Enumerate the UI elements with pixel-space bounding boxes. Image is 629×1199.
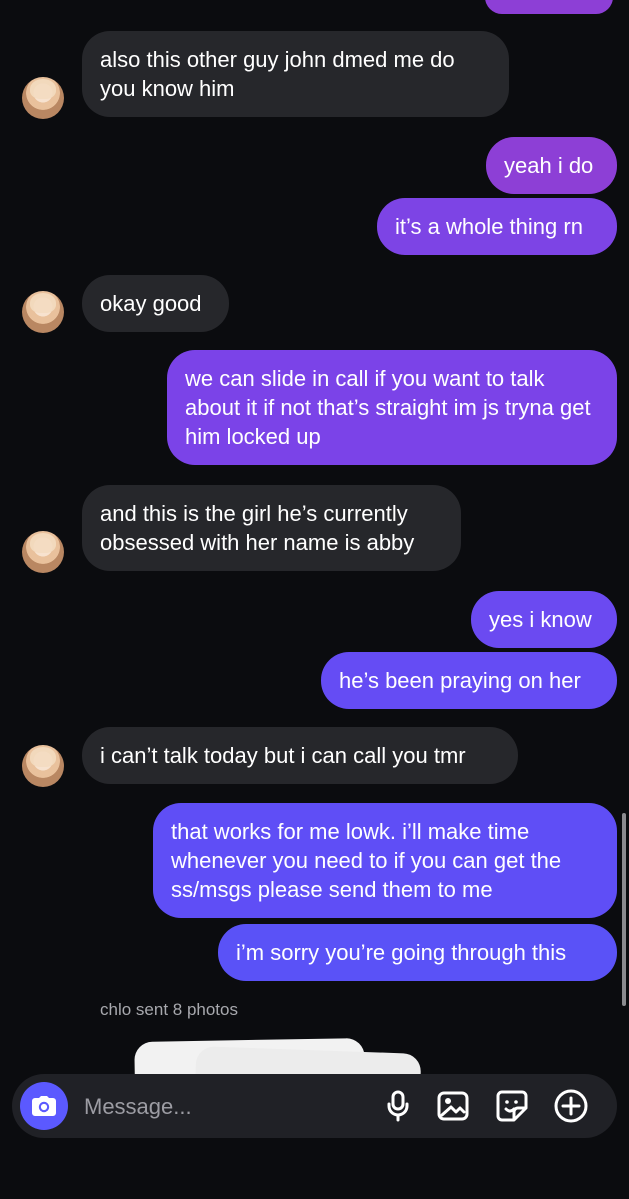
incoming-message-1: also this other guy john dmed me do you … [82, 31, 509, 117]
message-text: it’s a whole thing rn [395, 214, 583, 239]
outgoing-message-3: we can slide in call if you want to talk… [167, 350, 617, 465]
plus-circle-icon [554, 1089, 588, 1123]
message-text: he’s been praying on her [339, 668, 581, 693]
avatar[interactable] [22, 77, 64, 119]
gallery-icon [437, 1091, 469, 1121]
gallery-button[interactable] [433, 1086, 473, 1126]
message-text: okay good [100, 291, 202, 316]
message-text: i’m sorry you’re going through this [236, 940, 567, 965]
avatar[interactable] [22, 291, 64, 333]
scrollbar[interactable] [622, 813, 626, 1006]
avatar[interactable] [22, 745, 64, 787]
message-text: also this other guy john dmed me do you … [100, 47, 455, 101]
microphone-button[interactable] [378, 1086, 418, 1126]
incoming-message-4: i can’t talk today but i can call you tm… [82, 727, 518, 784]
message-text: that works for me lowk. i’ll make time w… [171, 819, 562, 902]
outgoing-message-7: i’m sorry you’re going through this [218, 924, 617, 981]
avatar[interactable] [22, 531, 64, 573]
message-text: i can’t talk today but i can call you tm… [100, 743, 466, 768]
incoming-message-3: and this is the girl he’s currently obse… [82, 485, 461, 571]
camera-icon [32, 1096, 56, 1116]
sticker-icon [496, 1090, 528, 1122]
microphone-icon [387, 1090, 409, 1122]
camera-button[interactable] [20, 1082, 68, 1130]
sticker-button[interactable] [492, 1086, 532, 1126]
photo-system-note: chlo sent 8 photos [100, 1000, 238, 1019]
previous-message-bubble [485, 0, 613, 14]
plus-button[interactable] [551, 1086, 591, 1126]
outgoing-message-4: yes i know [471, 591, 617, 648]
outgoing-message-2: it’s a whole thing rn [377, 198, 617, 255]
message-text: we can slide in call if you want to talk… [185, 366, 591, 449]
message-text: yeah i do [504, 153, 594, 178]
message-text: yes i know [489, 607, 592, 632]
message-text: and this is the girl he’s currently obse… [100, 501, 415, 555]
incoming-message-2: okay good [82, 275, 229, 332]
message-input[interactable] [82, 1088, 346, 1126]
outgoing-message-6: that works for me lowk. i’ll make time w… [153, 803, 617, 918]
outgoing-message-1: yeah i do [486, 137, 617, 194]
outgoing-message-5: he’s been praying on her [321, 652, 617, 709]
